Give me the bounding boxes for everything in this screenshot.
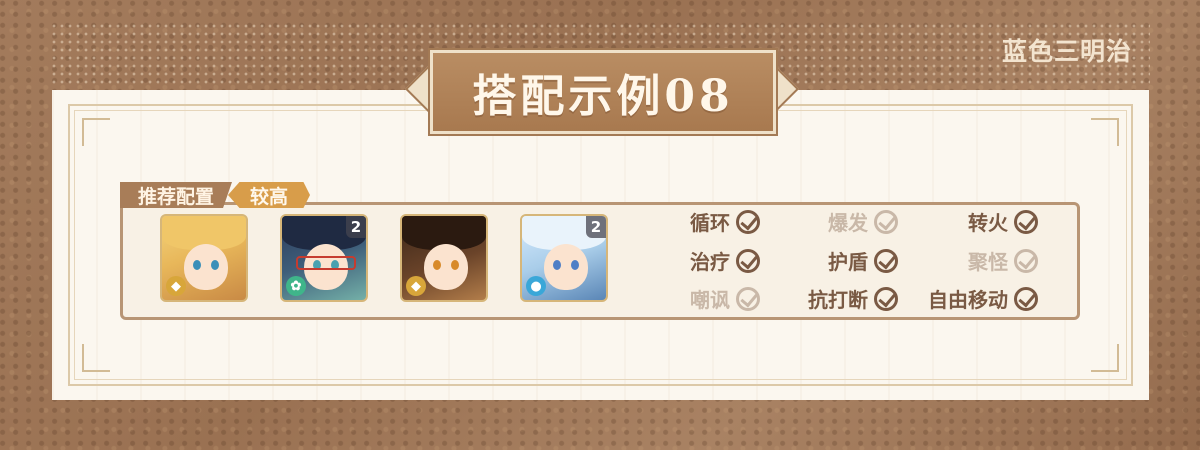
check-icon [874, 209, 898, 234]
constellation-badge: 2 [346, 216, 366, 238]
title-banner: 搭配示例08 [430, 50, 776, 134]
check-icon [736, 286, 760, 311]
corner-ornament [1091, 118, 1119, 146]
eye [571, 260, 579, 270]
trait-shield: 护盾 [828, 246, 898, 275]
trait-grouping: 聚怪 [968, 246, 1038, 275]
corner-ornament [82, 344, 110, 372]
level-tag: 较高 [228, 182, 310, 208]
face [544, 244, 588, 290]
recommended-tag: 推荐配置 [120, 182, 232, 208]
eye [553, 260, 561, 270]
geo-element-icon: ◆ [166, 276, 186, 296]
trait-label: 自由移动 [928, 288, 1008, 312]
trait-label: 嘲讽 [690, 288, 730, 312]
face [184, 244, 228, 290]
trait-label: 聚怪 [968, 250, 1008, 274]
trait-label: 循环 [690, 211, 730, 235]
trait-burst: 爆发 [828, 207, 898, 236]
trait-interruption-resistance: 抗打断 [808, 284, 898, 313]
trait-healing: 治疗 [690, 246, 760, 275]
check-icon [874, 248, 898, 273]
trait-cycle: 循环 [690, 207, 760, 236]
eye [211, 260, 219, 270]
check-icon [1014, 248, 1038, 273]
character-portrait-2[interactable]: ✿ 2 [280, 214, 368, 302]
eye [193, 260, 201, 270]
check-icon [736, 248, 760, 273]
check-icon [874, 286, 898, 311]
geo-element-icon: ◆ [406, 276, 426, 296]
eye [451, 260, 459, 270]
trait-label: 转火 [968, 211, 1008, 235]
check-icon [1014, 286, 1038, 311]
trait-free-movement: 自由移动 [928, 284, 1038, 313]
check-icon [736, 209, 760, 234]
trait-label: 抗打断 [808, 288, 868, 312]
trait-label: 爆发 [828, 211, 868, 235]
corner-ornament [82, 118, 110, 146]
trait-taunt: 嘲讽 [690, 284, 760, 313]
check-icon [1014, 209, 1038, 234]
character-portrait-1[interactable]: ◆ [160, 214, 248, 302]
page-title: 搭配示例08 [472, 71, 734, 122]
face [424, 244, 468, 290]
character-portrait-3[interactable]: ◆ [400, 214, 488, 302]
eye [433, 260, 441, 270]
trait-label: 治疗 [690, 250, 730, 274]
hydro-element-icon: ● [526, 276, 546, 296]
trait-label: 护盾 [828, 250, 868, 274]
glasses [296, 256, 356, 270]
anemo-element-icon: ✿ [286, 276, 306, 296]
corner-label: 蓝色三明治 [1001, 37, 1132, 66]
character-portrait-4[interactable]: ● 2 [520, 214, 608, 302]
trait-target-switch: 转火 [968, 207, 1038, 236]
constellation-badge: 2 [586, 216, 606, 238]
corner-ornament [1091, 344, 1119, 372]
